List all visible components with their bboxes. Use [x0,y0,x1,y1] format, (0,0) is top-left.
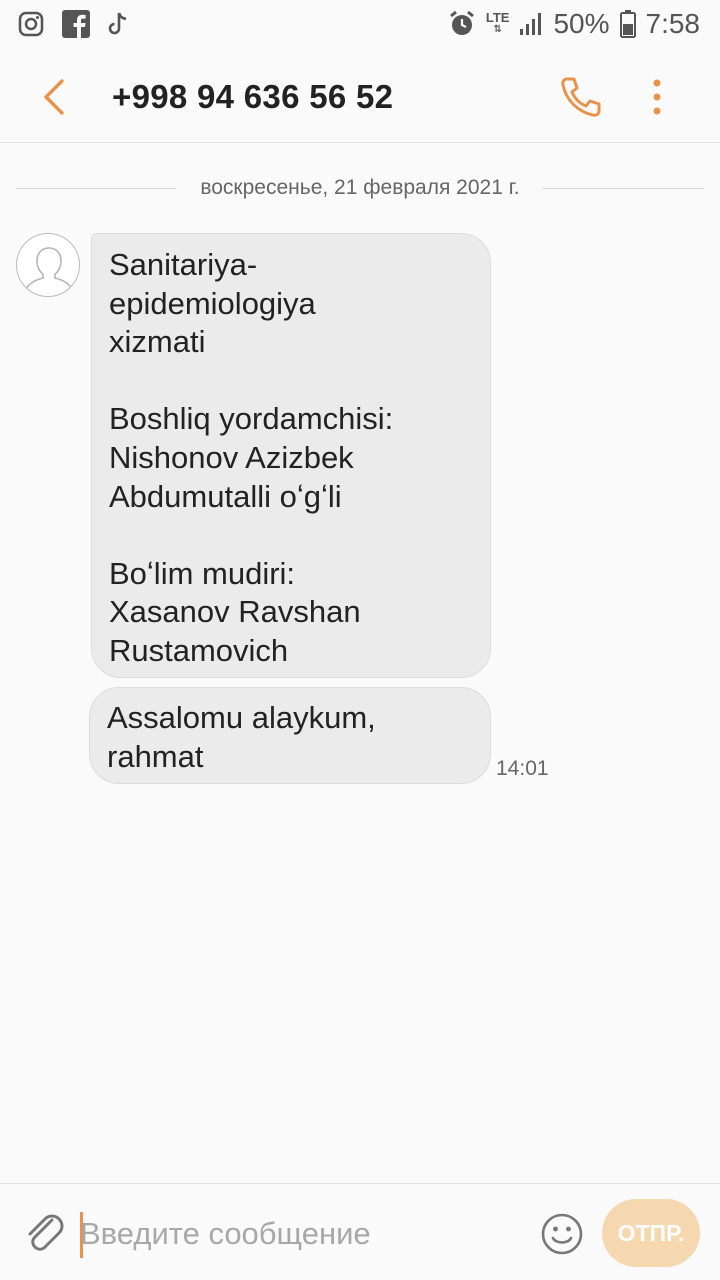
more-vertical-icon [653,79,661,115]
chevron-left-icon [44,79,64,115]
signal-icon [520,13,542,35]
message-timestamp: 14:01 [496,757,549,780]
battery-icon [619,10,636,38]
more-options-button[interactable] [642,74,672,120]
contact-title: +998 94 636 56 52 [112,78,394,115]
date-label: воскресенье, 21 февраля 2021 г. [194,176,526,199]
emoji-button[interactable] [540,1212,584,1256]
person-icon [25,247,73,291]
message-bubble[interactable]: Sanitariya- epidemiologiya xizmati Boshl… [91,233,491,678]
attach-button[interactable] [22,1206,66,1258]
date-separator: воскресенье, 21 февраля 2021 г. [16,172,704,206]
facebook-icon [62,10,90,38]
message-composer: ОТПР. [0,1183,720,1280]
send-button[interactable]: ОТПР. [602,1199,700,1267]
instagram-icon [18,11,44,37]
phone-icon [561,77,601,117]
call-button[interactable] [558,74,604,120]
tiktok-icon [108,12,127,35]
smiley-icon [541,1213,583,1255]
conversation-header: +998 94 636 56 52 [0,50,720,143]
lte-icon: LTE ⇅ [485,10,510,35]
alarm-icon [449,10,474,35]
clock: 7:58 [645,8,701,39]
back-button[interactable] [36,74,76,120]
message-input[interactable] [80,1208,520,1260]
paperclip-icon [28,1214,64,1251]
message-bubble[interactable]: Assalomu alaykum, rahmat [89,687,491,784]
status-bar: LTE ⇅ 50% 7:58 [0,0,720,50]
battery-percent: 50% [553,8,610,39]
avatar[interactable] [16,233,80,297]
